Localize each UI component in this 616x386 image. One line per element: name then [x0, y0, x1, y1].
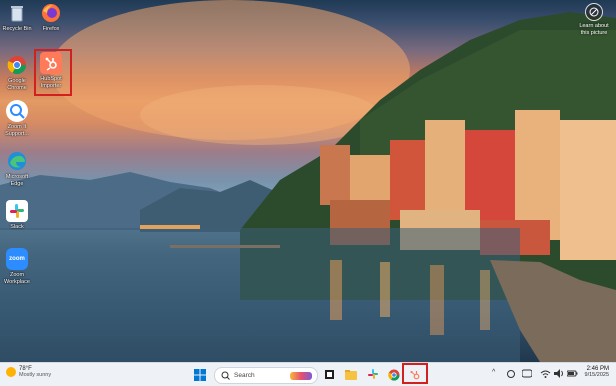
weather-condition: Mostly sunny — [19, 372, 52, 378]
desktop-icon-label: Slack — [10, 224, 24, 230]
desktop-icon-hubspot[interactable]: HubSpot Importer — [36, 52, 66, 89]
firefox-icon — [40, 2, 62, 24]
recycle-bin-icon — [6, 2, 28, 24]
file-explorer-icon — [345, 370, 357, 380]
desktop-icon-label: Recycle Bin — [2, 26, 32, 32]
weather-widget[interactable]: 78°F Mostly sunny — [6, 366, 51, 378]
zoomit-icon — [6, 100, 28, 122]
edge-icon — [6, 150, 28, 172]
desktop: Recycle Bin Firefox Google Chrome HubSpo… — [0, 0, 616, 362]
onedrive-icon[interactable] — [506, 369, 516, 378]
desktop-icon-label: Google Chrome — [7, 78, 27, 91]
desktop-icon-label: Firefox — [42, 26, 60, 32]
chrome-icon — [6, 54, 28, 76]
slack-icon — [367, 369, 378, 379]
wallpaper — [0, 0, 616, 362]
desktop-icon-label: Zoom It Support... — [5, 124, 29, 137]
hubspot-icon — [410, 370, 420, 379]
learn-about-picture[interactable]: Learn about this picture — [576, 3, 612, 36]
desktop-icon-chrome[interactable]: Google Chrome — [2, 54, 32, 91]
tray-overflow-chevron[interactable]: ^ — [492, 369, 495, 376]
task-view-button[interactable] — [322, 367, 336, 382]
volume-icon[interactable] — [554, 369, 564, 380]
battery-icon[interactable] — [566, 369, 578, 380]
sun-icon — [6, 367, 16, 377]
desktop-icon-zoomit[interactable]: Zoom It Support... — [2, 100, 32, 137]
desktop-icon-zoom[interactable]: zoom Zoom Workplace — [2, 248, 32, 285]
zoom-icon: zoom — [6, 248, 28, 270]
wifi-icon[interactable] — [540, 369, 551, 380]
search-placeholder: Search — [234, 372, 255, 379]
clock[interactable]: 2:46 PM 9/15/2025 — [583, 366, 609, 378]
taskbar-chrome[interactable] — [387, 367, 401, 382]
search-highlight-icon — [290, 371, 312, 380]
taskbar-search[interactable]: Search — [214, 367, 318, 384]
desktop-icon-slack[interactable]: Slack — [2, 200, 32, 231]
slack-icon — [6, 200, 28, 222]
desktop-icon-label: Zoom Workplace — [4, 272, 30, 285]
desktop-icon-label: HubSpot Importer — [40, 76, 62, 89]
learn-about-line1: Learn about — [579, 23, 609, 29]
clock-date: 9/15/2025 — [584, 372, 609, 378]
learn-about-line2: this picture — [580, 29, 608, 36]
desktop-icon-recycle-bin[interactable]: Recycle Bin — [2, 2, 32, 33]
camera-info-icon — [585, 3, 603, 21]
windows-start-button[interactable] — [193, 367, 207, 382]
task-view-icon — [324, 370, 334, 379]
taskbar-hubspot[interactable] — [408, 367, 422, 382]
desktop-icon-label: Microsoft Edge — [5, 174, 29, 187]
device-icon[interactable] — [521, 369, 533, 380]
desktop-icon-firefox[interactable]: Firefox — [36, 2, 66, 33]
file-explorer-button[interactable] — [344, 367, 358, 382]
taskbar-slack[interactable] — [366, 367, 380, 382]
search-icon — [221, 371, 230, 380]
hubspot-icon — [40, 52, 62, 74]
windows-start-icon — [194, 368, 206, 381]
taskbar: 78°F Mostly sunny Search ^ 2:46 PM 9/15/… — [0, 362, 616, 386]
desktop-icon-edge[interactable]: Microsoft Edge — [2, 150, 32, 187]
chrome-icon — [388, 369, 400, 381]
